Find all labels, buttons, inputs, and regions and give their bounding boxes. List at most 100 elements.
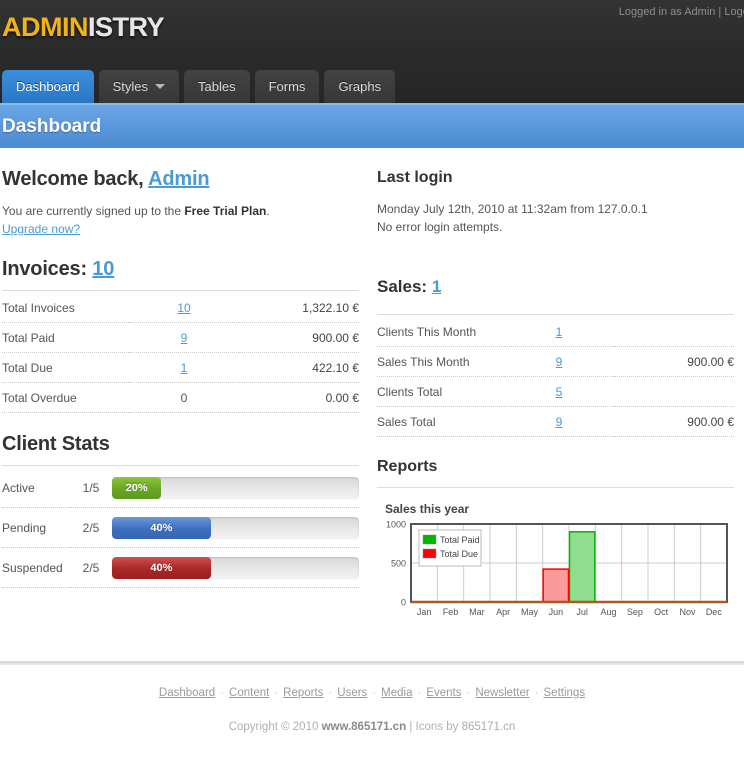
sales-heading: Sales: 1 [377, 275, 734, 299]
invoice-row-amount: 900.00 € [239, 322, 359, 353]
plan-description: You are currently signed up to the Free … [2, 202, 359, 238]
last-login-line2: No error login attempts. [377, 220, 503, 234]
sales-row-label: Clients Total [377, 376, 504, 407]
footer-link-users[interactable]: Users [337, 687, 367, 699]
svg-text:500: 500 [391, 559, 406, 569]
copyright-text: Copyright © 2010 www.865171.cn | Icons b… [0, 721, 744, 733]
page-footer: Dashboard · Content · Reports · Users · Media · Ev… [0, 665, 744, 733]
footer-link-separator: · [274, 687, 279, 699]
footer-link-separator: · [534, 687, 539, 699]
svg-text:1000: 1000 [386, 520, 406, 530]
invoice-count-link[interactable]: 1 [181, 361, 188, 375]
copyright-middle: | Icons by [406, 721, 462, 733]
invoice-row-amount: 0.00 € [239, 382, 359, 413]
svg-text:Feb: Feb [443, 607, 459, 617]
footer-link-settings[interactable]: Settings [544, 687, 586, 699]
invoices-panel: Invoices: 10 Total Invoices 10 1,322.10 … [2, 256, 359, 413]
welcome-user-link[interactable]: Admin [148, 168, 209, 190]
footer-link-events[interactable]: Events [426, 687, 461, 699]
footer-link-newsletter[interactable]: Newsletter [475, 687, 529, 699]
footer-link-dashboard[interactable]: Dashboard [159, 687, 215, 699]
table-row: Sales Total 9 900.00 € [377, 406, 734, 437]
invoice-count-link[interactable]: 9 [181, 331, 188, 345]
invoice-row-count: 1 [129, 352, 239, 383]
svg-text:Aug: Aug [600, 607, 616, 617]
sales-row-amount [614, 317, 734, 347]
account-status-link[interactable]: Logged in as Admin | Logout [619, 6, 744, 18]
tab-graphs-label: Graphs [338, 79, 382, 94]
sales-row-count: 1 [504, 317, 614, 347]
invoice-count-link[interactable]: 10 [177, 301, 190, 315]
footer-link-separator: · [466, 687, 471, 699]
sales-chart: 0 500 1000 Jan Feb Mar Apr May Jun Jul Aug Sep Oct No… [381, 520, 734, 625]
tab-dashboard[interactable]: Dashboard [2, 70, 94, 103]
tab-styles-label: Styles [112, 79, 149, 94]
sales-row-label: Sales This Month [377, 346, 504, 377]
footer-link-content[interactable]: Content [229, 687, 269, 699]
sales-table: Clients This Month 1 Sales This Month 9 … [377, 317, 734, 437]
sales-count-link[interactable]: 9 [556, 415, 563, 429]
chart-title: Sales this year [385, 502, 470, 516]
progress-fill: 40% [112, 557, 211, 579]
sales-panel: Sales: 1 Clients This Month 1 Sales This… [377, 275, 734, 437]
main-content: Welcome back, Admin You are currently si… [0, 148, 744, 625]
invoices-table: Total Invoices 10 1,322.10 € Total Paid … [2, 293, 359, 413]
logo-text-secondary: ISTRY [88, 12, 165, 42]
sales-total-link[interactable]: 1 [432, 277, 441, 296]
tab-forms[interactable]: Forms [254, 70, 320, 103]
sales-row-count: 5 [504, 376, 614, 407]
footer-link-separator: · [372, 687, 377, 699]
sales-count-link[interactable]: 9 [556, 355, 563, 369]
table-row: Active 1/5 20% [2, 468, 359, 508]
table-row: Total Due 1 422.10 € [2, 352, 359, 383]
stat-progress-cell: 40% [112, 507, 359, 548]
tab-styles[interactable]: Styles [98, 70, 180, 103]
progress-track: 20% [112, 477, 359, 499]
sales-divider [377, 314, 734, 315]
svg-text:Oct: Oct [654, 607, 669, 617]
footer-link-separator: · [328, 687, 333, 699]
client-stats-divider [2, 465, 359, 466]
stat-progress-cell: 40% [112, 547, 359, 588]
invoices-heading-label: Invoices: [2, 258, 87, 280]
tab-tables[interactable]: Tables [184, 70, 250, 103]
stat-label: Suspended [2, 547, 70, 588]
tab-forms-label: Forms [268, 79, 306, 94]
invoices-heading: Invoices: 10 [2, 256, 359, 282]
footer-links: Dashboard · Content · Reports · Users · Media · Ev… [0, 687, 744, 699]
footer-link-media[interactable]: Media [381, 687, 412, 699]
sales-row-count: 9 [504, 346, 614, 377]
table-row: Suspended 2/5 40% [2, 547, 359, 588]
stat-label: Active [2, 468, 70, 508]
left-column: Welcome back, Admin You are currently si… [2, 148, 359, 625]
logo-text-primary: ADMIN [2, 12, 89, 42]
svg-text:Jan: Jan [417, 607, 432, 617]
last-login-details: Monday July 12th, 2010 at 11:32am from 1… [377, 200, 734, 236]
footer-link-reports[interactable]: Reports [283, 687, 323, 699]
sales-row-amount: 900.00 € [614, 346, 734, 377]
sales-count-link[interactable]: 5 [556, 385, 563, 399]
table-row: Clients Total 5 [377, 376, 734, 407]
table-row: Total Paid 9 900.00 € [2, 322, 359, 353]
main-navigation-tabs: Dashboard Styles Tables Forms Graphs [2, 70, 396, 103]
chevron-down-icon [155, 84, 166, 89]
progress-track: 40% [112, 557, 359, 579]
stat-progress-cell: 20% [112, 468, 359, 508]
sales-count-link[interactable]: 1 [556, 325, 563, 339]
table-row: Total Invoices 10 1,322.10 € [2, 293, 359, 323]
invoice-row-label: Total Overdue [2, 382, 129, 413]
upgrade-now-link[interactable]: Upgrade now? [2, 222, 80, 236]
icons-credit-link[interactable]: 865171.cn [462, 721, 516, 733]
last-login-heading: Last login [377, 169, 453, 186]
client-stats-table: Active 1/5 20% Pending 2/5 40% Suspended… [2, 468, 359, 588]
last-login-panel: Last login Monday July 12th, 2010 at 11:… [377, 166, 734, 236]
svg-text:Jun: Jun [549, 607, 564, 617]
invoice-row-count: 0 [129, 382, 239, 413]
tab-graphs[interactable]: Graphs [324, 70, 396, 103]
site-logo[interactable]: ADMINISTRY [2, 12, 165, 42]
invoices-total-link[interactable]: 10 [92, 258, 114, 280]
stat-fraction: 1/5 [70, 468, 112, 508]
plan-description-prefix: You are currently signed up to the [2, 204, 185, 218]
progress-fill: 40% [112, 517, 211, 539]
sales-row-label: Sales Total [377, 406, 504, 437]
